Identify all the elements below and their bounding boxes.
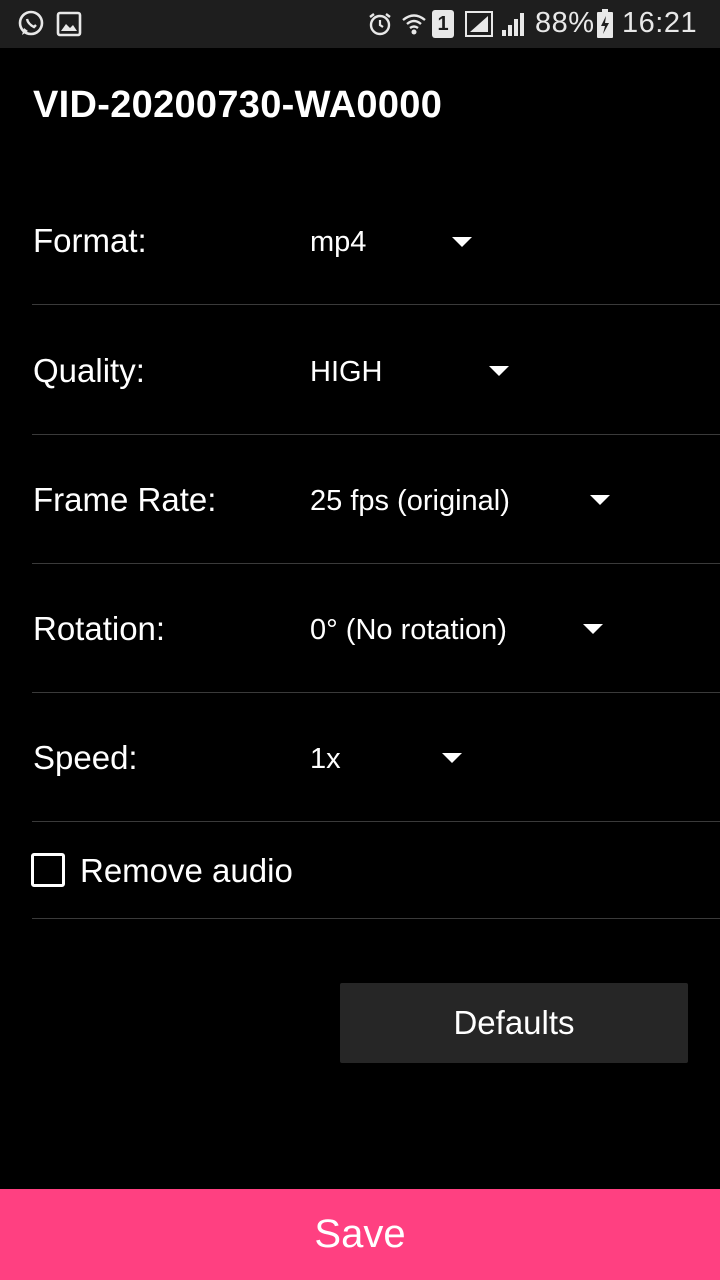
quality-value: HIGH bbox=[310, 356, 383, 388]
format-value: mp4 bbox=[310, 226, 367, 258]
divider bbox=[32, 692, 720, 693]
battery-percentage: 88% bbox=[535, 7, 595, 39]
dialog-title: VID-20200730-WA0000 bbox=[33, 84, 443, 126]
remove-audio-label[interactable]: Remove audio bbox=[80, 852, 293, 890]
rotation-dropdown[interactable]: 0° (No rotation) bbox=[302, 608, 612, 652]
speed-row: Speed: 1x bbox=[32, 737, 720, 781]
alarm-icon bbox=[366, 10, 394, 38]
signal-icon bbox=[464, 10, 494, 38]
chevron-down-icon bbox=[583, 624, 603, 634]
remove-audio-checkbox[interactable] bbox=[31, 853, 65, 887]
divider bbox=[32, 304, 720, 305]
chevron-down-icon bbox=[489, 366, 509, 376]
chevron-down-icon bbox=[452, 237, 472, 247]
quality-label: Quality: bbox=[33, 352, 145, 389]
rotation-label: Rotation: bbox=[33, 610, 166, 647]
chevron-down-icon bbox=[590, 495, 610, 505]
wifi-icon bbox=[400, 10, 428, 38]
rotation-value: 0° (No rotation) bbox=[310, 614, 507, 646]
frame-rate-value: 25 fps (original) bbox=[310, 485, 510, 517]
format-label: Format: bbox=[33, 222, 147, 259]
sim-badge: 1 bbox=[437, 12, 449, 35]
divider bbox=[32, 918, 720, 919]
speed-value: 1x bbox=[310, 743, 341, 775]
chevron-down-icon bbox=[442, 753, 462, 763]
battery-charging-icon bbox=[596, 9, 614, 39]
frame-rate-label: Frame Rate: bbox=[33, 481, 217, 518]
clock: 16:21 bbox=[622, 7, 698, 39]
defaults-button[interactable]: Defaults bbox=[340, 983, 688, 1063]
rotation-row: Rotation: 0° (No rotation) bbox=[32, 608, 720, 652]
whatsapp-icon bbox=[16, 9, 46, 39]
speed-dropdown[interactable]: 1x bbox=[302, 737, 472, 781]
format-row: Format: mp4 bbox=[32, 220, 720, 264]
divider bbox=[32, 434, 720, 435]
frame-rate-row: Frame Rate: 25 fps (original) bbox=[32, 479, 720, 523]
speed-label: Speed: bbox=[33, 739, 138, 776]
signal-icon bbox=[500, 10, 528, 38]
save-button[interactable]: Save bbox=[0, 1189, 720, 1280]
quality-dropdown[interactable]: HIGH bbox=[302, 350, 522, 394]
format-dropdown[interactable]: mp4 bbox=[302, 220, 482, 264]
divider bbox=[32, 821, 720, 822]
sim-icon: 1 bbox=[432, 10, 454, 38]
gallery-icon bbox=[56, 11, 82, 37]
frame-rate-dropdown[interactable]: 25 fps (original) bbox=[302, 479, 622, 523]
divider bbox=[32, 563, 720, 564]
quality-row: Quality: HIGH bbox=[32, 350, 720, 394]
status-bar: 1 88% 16:21 bbox=[0, 0, 720, 48]
